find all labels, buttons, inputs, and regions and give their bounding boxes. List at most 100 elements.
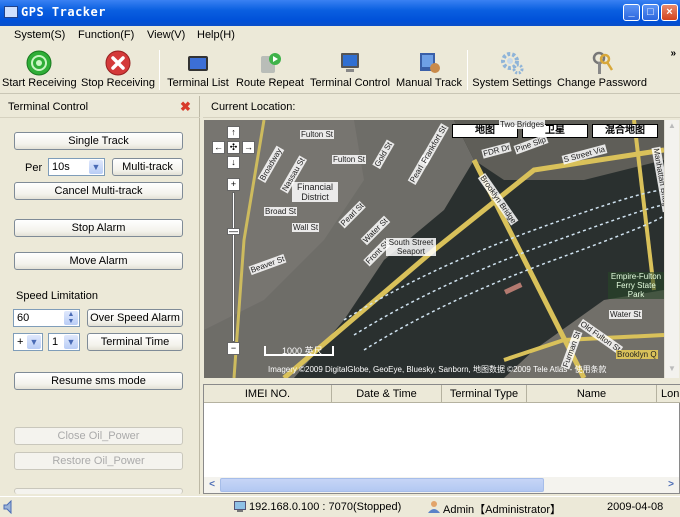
restore-oil-power-button[interactable]: Restore Oil_Power bbox=[14, 452, 183, 470]
map-label: Brooklyn Q bbox=[616, 350, 658, 359]
zoom-slider-track[interactable] bbox=[232, 192, 235, 342]
over-speed-alarm-button[interactable]: Over Speed Alarm bbox=[87, 309, 183, 327]
scroll-down-icon[interactable]: ▼ bbox=[666, 364, 678, 377]
speed-limit-stepper[interactable]: 60 ▲ ▼ bbox=[13, 309, 80, 327]
status-date: 2009-04-08 bbox=[607, 501, 664, 513]
terminal-data-grid: IMEI NO. Date & Time Terminal Type Name … bbox=[203, 384, 680, 494]
current-location-header: Current Location: bbox=[203, 96, 680, 118]
terminal-control-panel: Terminal Control ✖ Single Track Per 10s … bbox=[0, 96, 200, 494]
route-repeat-button[interactable]: Route Repeat bbox=[235, 48, 305, 92]
route-repeat-icon bbox=[261, 53, 281, 73]
single-track-button[interactable]: Single Track bbox=[14, 132, 183, 150]
map-label: Wall St bbox=[292, 223, 320, 232]
manual-track-icon bbox=[420, 53, 440, 73]
timezone-sign-value: + bbox=[17, 336, 24, 348]
zoom-out-button[interactable]: − bbox=[227, 342, 240, 355]
connection-status: 192.168.0.100 : 7070(Stopped) bbox=[249, 501, 402, 513]
stop-receiving-label: Stop Receiving bbox=[81, 77, 155, 89]
maximize-button[interactable]: □ bbox=[642, 4, 659, 21]
speed-limitation-label: Speed Limitation bbox=[16, 290, 98, 302]
scroll-right-icon[interactable]: > bbox=[664, 478, 678, 492]
app-icon bbox=[4, 6, 18, 18]
terminal-control-title: Terminal Control bbox=[8, 101, 89, 113]
pan-left-button[interactable]: ← bbox=[212, 141, 225, 154]
zoom-slider-handle[interactable]: — bbox=[227, 227, 240, 236]
start-receiving-button[interactable]: Start Receiving bbox=[2, 48, 77, 92]
title-bar: GPS Tracker _ □ × bbox=[0, 0, 680, 26]
start-receiving-icon bbox=[26, 50, 52, 76]
stop-receiving-icon bbox=[105, 50, 131, 76]
timezone-offset-value: 1 bbox=[52, 336, 59, 348]
map-copyright: Imagery ©2009 DigitalGlobe, GeoEye, Blue… bbox=[268, 365, 607, 374]
column-header-terminal-type[interactable]: Terminal Type bbox=[442, 385, 527, 403]
chevron-down-icon[interactable]: ▼ bbox=[89, 160, 103, 174]
start-receiving-label: Start Receiving bbox=[2, 77, 77, 89]
stop-receiving-button[interactable]: Stop Receiving bbox=[80, 48, 156, 92]
location-panel: Current Location: 地图 卫星 混合地图 ↑ ← ✣ → ↓ + bbox=[203, 96, 680, 494]
change-password-icon bbox=[592, 51, 614, 74]
menu-view[interactable]: View(V) bbox=[147, 29, 185, 41]
toolbar-overflow-button[interactable]: » bbox=[670, 48, 676, 59]
per-interval-select[interactable]: 10s ▼ bbox=[48, 158, 105, 176]
timezone-sign-select[interactable]: + ▼ bbox=[13, 333, 43, 351]
map-label: Fulton St bbox=[332, 155, 367, 164]
close-oil-power-button[interactable]: Close Oil_Power bbox=[14, 427, 183, 445]
cancel-multi-track-button[interactable]: Cancel Multi-track bbox=[14, 182, 183, 200]
multi-track-button[interactable]: Multi-track bbox=[112, 158, 183, 176]
terminal-list-button[interactable]: Terminal List bbox=[165, 48, 231, 92]
manual-track-label: Manual Track bbox=[395, 77, 463, 89]
terminal-control-label: Terminal Control bbox=[309, 77, 391, 89]
minimize-button[interactable]: _ bbox=[623, 4, 640, 21]
menu-bar: System(S) Function(F) View(V) Help(H) bbox=[0, 26, 680, 46]
system-settings-button[interactable]: System Settings bbox=[472, 48, 552, 92]
zoom-in-button[interactable]: + bbox=[227, 178, 240, 191]
pan-right-button[interactable]: → bbox=[242, 141, 255, 154]
resume-sms-mode-button[interactable]: Resume sms mode bbox=[14, 372, 183, 390]
current-user: Admin【Administrator】 bbox=[443, 504, 561, 516]
spin-arrows-icon[interactable]: ▲ ▼ bbox=[64, 311, 78, 325]
scroll-up-icon[interactable]: ▲ bbox=[666, 121, 678, 134]
toolbar: Start Receiving Stop Receiving Terminal … bbox=[0, 46, 680, 94]
timezone-offset-select[interactable]: 1 ▼ bbox=[48, 333, 80, 351]
chevron-down-icon[interactable]: ▼ bbox=[64, 335, 78, 349]
menu-help[interactable]: Help(H) bbox=[197, 29, 235, 41]
map-type-hybrid-button[interactable]: 混合地图 bbox=[592, 124, 658, 138]
satellite-map[interactable]: 地图 卫星 混合地图 ↑ ← ✣ → ↓ + — − Fulton St Ful… bbox=[204, 120, 664, 378]
pan-down-button[interactable]: ↓ bbox=[227, 156, 240, 169]
menu-system[interactable]: System(S) bbox=[14, 29, 65, 41]
window-title: GPS Tracker bbox=[21, 5, 106, 19]
column-header-name[interactable]: Name bbox=[527, 385, 657, 403]
current-location-title: Current Location: bbox=[211, 101, 296, 113]
scroll-left-icon[interactable]: < bbox=[205, 478, 219, 492]
close-panel-icon[interactable]: ✖ bbox=[180, 99, 191, 115]
column-header-lon[interactable]: Lon bbox=[657, 385, 680, 403]
chevron-down-icon[interactable]: ▼ bbox=[27, 335, 41, 349]
terminal-time-button[interactable]: Terminal Time bbox=[87, 333, 183, 351]
column-header-date-time[interactable]: Date & Time bbox=[332, 385, 442, 403]
change-password-button[interactable]: Change Password bbox=[556, 48, 648, 92]
close-button[interactable]: × bbox=[661, 4, 678, 21]
map-label: Broad St bbox=[264, 207, 298, 216]
partial-button[interactable] bbox=[14, 488, 183, 494]
menu-function[interactable]: Function(F) bbox=[78, 29, 134, 41]
terminal-control-icon bbox=[341, 53, 359, 72]
per-interval-value: 10s bbox=[52, 161, 70, 173]
terminal-list-label: Terminal List bbox=[167, 77, 229, 89]
speaker-icon[interactable] bbox=[3, 500, 15, 514]
scrollbar-thumb[interactable] bbox=[220, 478, 544, 492]
change-password-label: Change Password bbox=[557, 77, 647, 89]
move-alarm-button[interactable]: Move Alarm bbox=[14, 252, 183, 270]
grid-header: IMEI NO. Date & Time Terminal Type Name … bbox=[204, 385, 680, 403]
map-scale-label: 1000 英尺 bbox=[282, 346, 323, 356]
stop-alarm-button[interactable]: Stop Alarm bbox=[14, 219, 183, 237]
terminal-control-button[interactable]: Terminal Control bbox=[308, 48, 392, 92]
manual-track-button[interactable]: Manual Track bbox=[395, 48, 463, 92]
grid-horizontal-scrollbar[interactable]: < > bbox=[204, 477, 679, 493]
pan-up-button[interactable]: ↑ bbox=[227, 126, 240, 139]
map-vertical-scrollbar[interactable]: ▲ ▼ bbox=[664, 120, 679, 378]
terminal-list-icon bbox=[188, 56, 208, 71]
terminal-control-header: Terminal Control ✖ bbox=[0, 96, 200, 118]
system-settings-icon bbox=[501, 52, 524, 75]
pan-center-button[interactable]: ✣ bbox=[227, 141, 240, 154]
column-header-imei[interactable]: IMEI NO. bbox=[204, 385, 332, 403]
